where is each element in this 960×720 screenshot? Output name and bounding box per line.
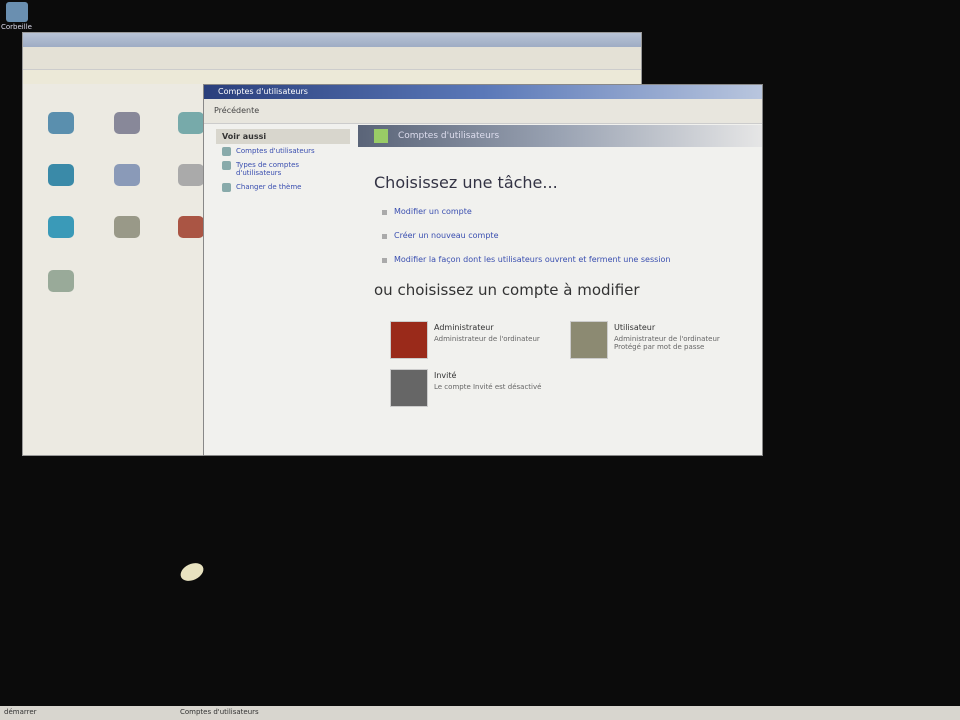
account-picture xyxy=(570,321,608,359)
cp-item-icon[interactable] xyxy=(48,270,74,292)
cp-item-icon[interactable] xyxy=(178,216,204,238)
side-link[interactable]: Types de comptes d'utilisateurs xyxy=(216,158,350,180)
account-heading: ou choisissez un compte à modifier xyxy=(374,281,640,299)
user-accounts-window: Comptes d'utilisateurs Précédente Voir a… xyxy=(203,84,763,456)
account-picture xyxy=(390,369,428,407)
cp-item-icon[interactable] xyxy=(48,164,74,186)
title-bar xyxy=(23,33,641,47)
side-link[interactable]: Changer de thème xyxy=(216,180,350,194)
side-header: Voir aussi xyxy=(216,129,350,144)
start-button[interactable]: démarrer xyxy=(4,708,37,716)
taskbar: démarrer Comptes d'utilisateurs xyxy=(0,706,960,720)
account-type: Le compte Invité est désactivé xyxy=(434,383,542,391)
account-name: Utilisateur xyxy=(614,323,656,332)
task-link[interactable]: Modifier un compte xyxy=(382,207,472,216)
back-button[interactable]: Précédente xyxy=(204,99,762,124)
account-type: Administrateur de l'ordinateur Protégé p… xyxy=(614,335,720,351)
windows-logo-icon xyxy=(374,129,388,143)
account-name: Administrateur xyxy=(434,323,494,332)
top-bar xyxy=(0,0,960,12)
account-tile[interactable]: Administrateur Administrateur de l'ordin… xyxy=(390,321,560,361)
cp-item-icon[interactable] xyxy=(48,112,74,134)
side-panel: Voir aussi Comptes d'utilisateurs Types … xyxy=(216,129,350,194)
task-link[interactable]: Modifier la façon dont les utilisateurs … xyxy=(382,255,671,264)
account-type: Administrateur de l'ordinateur xyxy=(434,335,540,343)
account-tile[interactable]: Utilisateur Administrateur de l'ordinate… xyxy=(570,321,740,361)
address-bar[interactable] xyxy=(23,70,641,84)
banner-title: Comptes d'utilisateurs xyxy=(398,131,500,141)
title-bar: Comptes d'utilisateurs xyxy=(204,85,762,99)
cp-item-icon[interactable] xyxy=(178,164,204,186)
account-name: Invité xyxy=(434,371,457,380)
task-link[interactable]: Créer un nouveau compte xyxy=(382,231,499,240)
cp-item-icon[interactable] xyxy=(114,112,140,134)
account-tile[interactable]: Invité Le compte Invité est désactivé xyxy=(390,369,560,409)
account-picture xyxy=(390,321,428,359)
cp-item-icon[interactable] xyxy=(114,164,140,186)
toolbar xyxy=(23,47,641,70)
recycle-bin-icon[interactable] xyxy=(6,2,28,22)
cp-item-icon[interactable] xyxy=(178,112,204,134)
taskbar-item[interactable]: Comptes d'utilisateurs xyxy=(180,708,259,716)
cp-item-icon[interactable] xyxy=(114,216,140,238)
recycle-bin-label[interactable]: Corbeille xyxy=(1,23,41,31)
cp-item-icon[interactable] xyxy=(48,216,74,238)
mouse-cursor-icon xyxy=(177,559,207,585)
banner: Comptes d'utilisateurs xyxy=(358,125,762,147)
task-heading: Choisissez une tâche... xyxy=(374,173,558,192)
side-link[interactable]: Comptes d'utilisateurs xyxy=(216,144,350,158)
